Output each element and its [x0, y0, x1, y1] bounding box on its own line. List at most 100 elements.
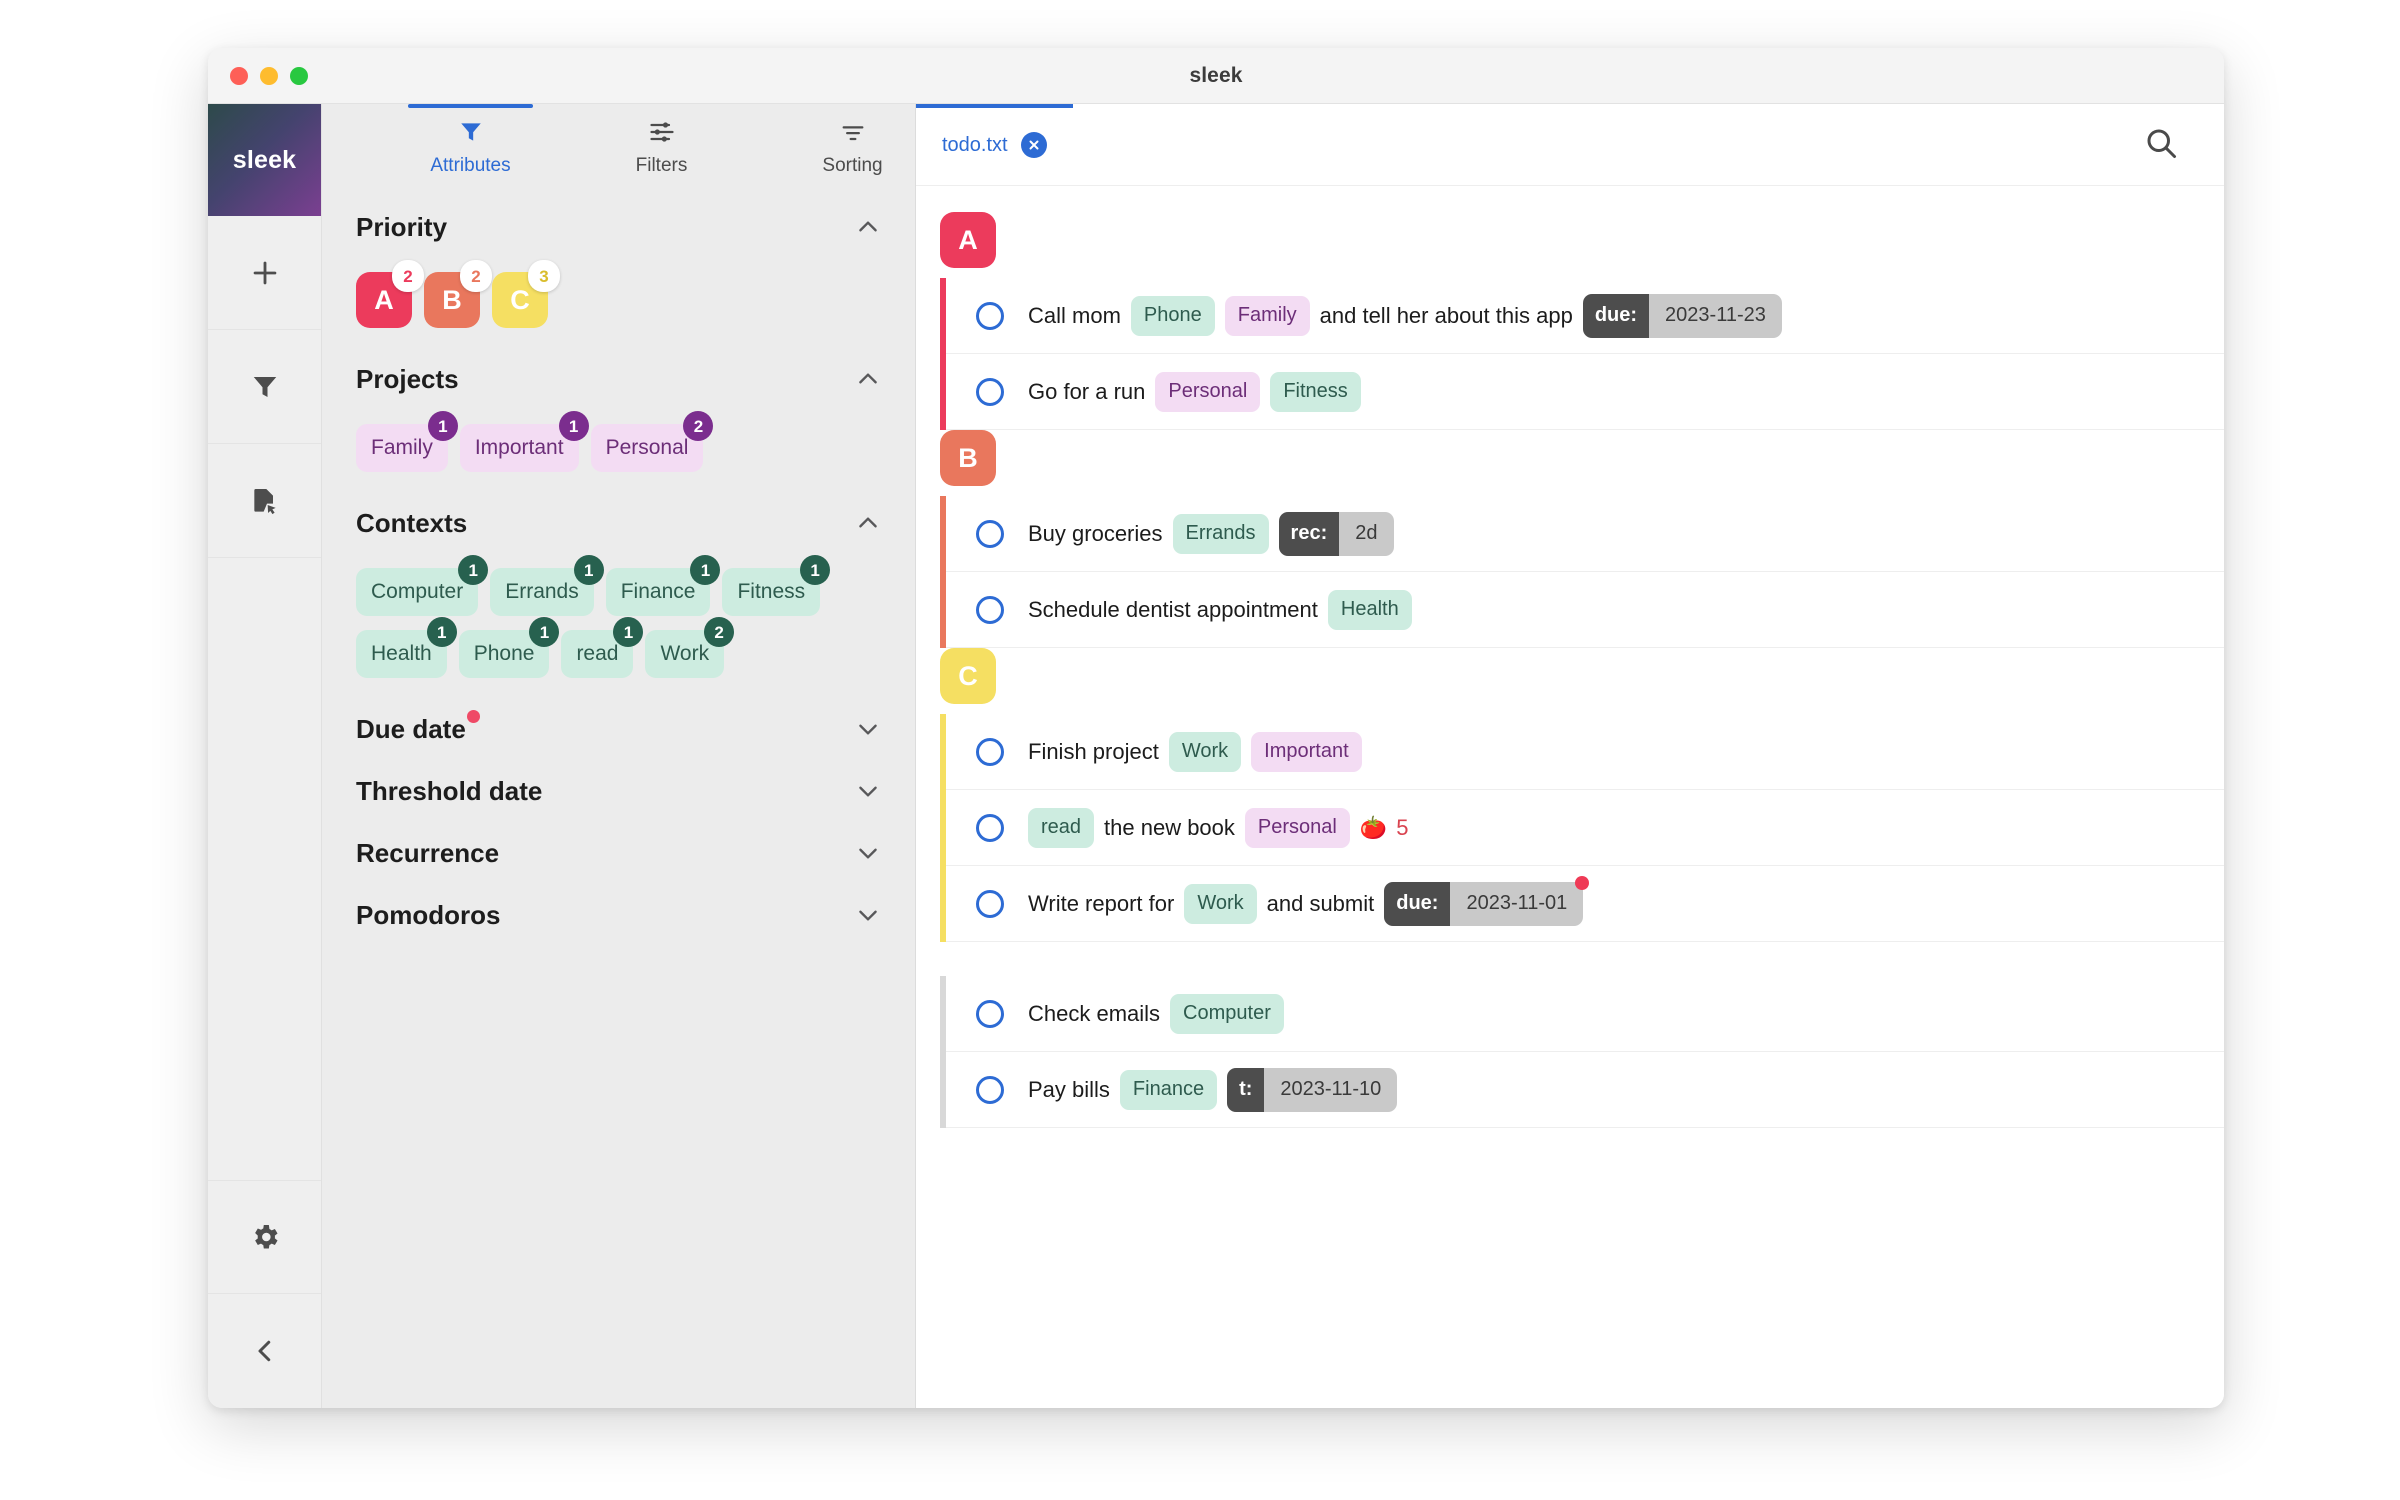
filter-chip-count: 1 — [573, 555, 604, 585]
pomodoro-count: 5 — [1396, 814, 1409, 840]
todo-text: Buy groceries Errands rec: 2d — [1028, 511, 1394, 556]
filter-chip-fitness[interactable]: Fitness 1 — [722, 555, 831, 616]
section-header-threshold-date[interactable]: Threshold date — [356, 760, 881, 822]
todo-row[interactable]: Schedule dentist appointment Health — [946, 572, 2224, 648]
section-header-projects[interactable]: Projects — [356, 348, 881, 410]
sliders-icon — [648, 118, 676, 146]
tab-sorting[interactable]: Sorting — [790, 104, 915, 177]
chevron-down-icon[interactable] — [855, 902, 881, 928]
filter-chip-label: Fitness — [737, 580, 806, 603]
search-button[interactable] — [2120, 104, 2202, 186]
todo-attribute-badge[interactable]: due: 2023-11-01 — [1384, 875, 1590, 926]
todo-checkbox[interactable] — [976, 737, 1004, 766]
todo-row[interactable]: Go for a run Personal Fitness — [946, 354, 2224, 430]
todo-checkbox[interactable] — [976, 377, 1004, 406]
filter-chip-personal[interactable]: Personal 2 — [590, 411, 714, 472]
add-todo-button[interactable] — [208, 216, 321, 330]
filter-chip-count: 1 — [426, 617, 457, 647]
filter-chip-a[interactable]: A2 — [356, 260, 424, 328]
filter-chip-b[interactable]: B2 — [424, 260, 492, 328]
todo-project-chip[interactable]: Family — [1224, 295, 1310, 336]
settings-button[interactable] — [208, 1180, 321, 1294]
tab-attributes[interactable]: Attributes — [408, 104, 533, 177]
todo-context-chip[interactable]: Health — [1327, 589, 1412, 630]
filter-chip-computer[interactable]: Computer 1 — [356, 555, 489, 616]
section-title: Threshold date — [356, 775, 543, 806]
todo-context-chip[interactable]: Fitness — [1270, 371, 1361, 412]
collapse-drawer-button[interactable] — [208, 1294, 321, 1408]
filter-drawer-button[interactable] — [208, 330, 321, 444]
close-icon[interactable] — [1020, 132, 1047, 158]
todo-row[interactable]: Pay bills Finance t: 2023-11-10 — [946, 1052, 2224, 1128]
filter-chip-finance[interactable]: Finance 1 — [605, 555, 721, 616]
todo-checkbox[interactable] — [976, 519, 1004, 548]
filter-chip-phone[interactable]: Phone 1 — [458, 617, 560, 678]
icon-rail: sleek — [208, 104, 322, 1408]
chevron-up-icon[interactable] — [855, 366, 881, 392]
todo-row[interactable]: Buy groceries Errands rec: 2d — [946, 496, 2224, 572]
todo-checkbox[interactable] — [976, 999, 1004, 1028]
todo-project-chip[interactable]: Personal — [1155, 371, 1261, 412]
todo-row[interactable]: Write report for Work and submit due: 2023-1… — [946, 866, 2224, 942]
section-header-contexts[interactable]: Contexts — [356, 492, 881, 554]
todo-checkbox[interactable] — [976, 1075, 1004, 1104]
todo-row[interactable]: read the new book Personal 🍅 5 — [946, 790, 2224, 866]
chevron-down-icon[interactable] — [855, 716, 881, 742]
filter-chip-label: B — [442, 284, 462, 315]
section-header-recurrence[interactable]: Recurrence — [356, 822, 881, 884]
todo-checkbox[interactable] — [976, 595, 1004, 624]
todo-attribute-badge[interactable]: t: 2023-11-10 — [1227, 1067, 1398, 1112]
filter-chip-read[interactable]: read 1 — [561, 617, 644, 678]
todo-group-a: A Call mom Phone Family and tell her about t… — [916, 212, 2224, 430]
group-priority-badge: C — [940, 648, 996, 704]
todo-context-chip[interactable]: read — [1028, 807, 1095, 848]
todo-row[interactable]: Finish project Work Important — [946, 714, 2224, 790]
section-header-due-date[interactable]: Due date — [356, 698, 881, 760]
todo-project-chip[interactable]: Important — [1251, 731, 1362, 772]
todo-context-chip[interactable]: Work — [1168, 731, 1242, 772]
filter-chip-count: 1 — [558, 411, 589, 441]
group-priority-badge: A — [940, 212, 996, 268]
filter-chip-family[interactable]: Family 1 — [356, 411, 458, 472]
filter-chip-label: read — [576, 642, 619, 665]
todo-context-chip[interactable]: Phone — [1130, 295, 1215, 336]
filter-chip-count: 1 — [800, 555, 831, 585]
group-priority-badge: B — [940, 430, 996, 486]
todo-context-chip[interactable]: Computer — [1170, 993, 1284, 1034]
todo-text: read the new book Personal 🍅 5 — [1028, 807, 1409, 848]
filter-chip-errands[interactable]: Errands 1 — [490, 555, 604, 616]
filter-chip-work[interactable]: Work 2 — [645, 617, 735, 678]
tab-filters[interactable]: Filters — [599, 104, 724, 177]
section-header-priority[interactable]: Priority — [356, 196, 881, 258]
chevron-down-icon[interactable] — [855, 778, 881, 804]
todo-attribute-badge[interactable]: due: 2023-11-23 — [1582, 293, 1782, 338]
todo-project-chip[interactable]: Personal — [1244, 807, 1350, 848]
chevron-up-icon[interactable] — [855, 510, 881, 536]
chevron-left-icon — [250, 1336, 280, 1366]
todo-attribute-badge[interactable]: rec: 2d — [1278, 511, 1394, 556]
todo-context-chip[interactable]: Finance — [1119, 1069, 1218, 1110]
todo-attribute-key: due: — [1582, 293, 1650, 338]
filter-chip-c[interactable]: C3 — [492, 260, 560, 328]
funnel-icon — [250, 372, 280, 402]
todo-context-chip[interactable]: Work — [1184, 883, 1257, 924]
filter-chip-health[interactable]: Health 1 — [356, 617, 457, 678]
filter-chip-important[interactable]: Important 1 — [459, 411, 589, 472]
filter-chip-count: 1 — [458, 555, 489, 585]
todo-row[interactable]: Call mom Phone Family and tell her about th… — [946, 278, 2224, 354]
file-tab-todo-txt[interactable]: todo.txt — [916, 104, 1073, 186]
todo-checkbox[interactable] — [976, 301, 1004, 330]
todo-context-chip[interactable]: Errands — [1172, 513, 1269, 554]
filter-chip-count: 1 — [613, 617, 644, 647]
group-rows: Check emails Computer Pay bills Finance t: 20… — [940, 976, 2224, 1128]
chevron-down-icon[interactable] — [855, 840, 881, 866]
chevron-up-icon[interactable] — [855, 214, 881, 240]
todo-attribute-key: t: — [1227, 1067, 1265, 1112]
open-file-button[interactable] — [208, 444, 321, 558]
todo-text-segment: Finish project — [1028, 738, 1159, 764]
todo-checkbox[interactable] — [976, 889, 1004, 918]
todo-row[interactable]: Check emails Computer — [946, 976, 2224, 1052]
todo-checkbox[interactable] — [976, 813, 1004, 842]
section-header-pomodoros[interactable]: Pomodoros — [356, 884, 881, 946]
gear-icon — [249, 1221, 281, 1253]
